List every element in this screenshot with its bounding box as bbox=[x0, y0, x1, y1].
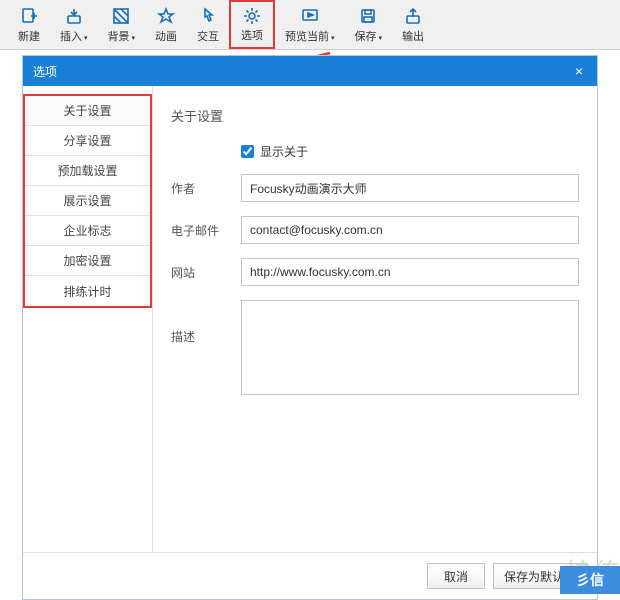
author-row: 作者 bbox=[171, 174, 579, 202]
dialog-header: 选项 × bbox=[23, 56, 597, 86]
toolbar-interact[interactable]: 交互 bbox=[187, 0, 229, 49]
sidebar-item-logo[interactable]: 企业标志 bbox=[25, 216, 150, 246]
email-input[interactable] bbox=[241, 216, 579, 244]
show-about-label: 显示关于 bbox=[260, 143, 308, 160]
watermark-blue: 彡信 bbox=[560, 566, 620, 594]
dialog-body: 关于设置分享设置预加载设置展示设置企业标志加密设置排练计时 关于设置 显示关于 … bbox=[23, 86, 597, 552]
website-row: 网站 bbox=[171, 258, 579, 286]
insert-icon bbox=[64, 6, 84, 26]
toolbar-label: 选项 bbox=[241, 27, 263, 43]
main-toolbar: 新建 插入▾ 背景▾ 动画 交互 选项 预览当前▾ 保存▾ 输出 bbox=[0, 0, 620, 50]
toolbar-label: 保存▾ bbox=[355, 28, 383, 44]
toolbar-new[interactable]: 新建 bbox=[8, 0, 50, 49]
dialog-sidebar: 关于设置分享设置预加载设置展示设置企业标志加密设置排练计时 bbox=[23, 86, 153, 552]
toolbar-label: 背景▾ bbox=[108, 28, 136, 44]
sidebar-item-preload[interactable]: 预加载设置 bbox=[25, 156, 150, 186]
toolbar-animation[interactable]: 动画 bbox=[145, 0, 187, 49]
new-icon bbox=[19, 6, 39, 26]
sidebar-highlight-box: 关于设置分享设置预加载设置展示设置企业标志加密设置排练计时 bbox=[23, 94, 152, 308]
toolbar-label: 输出 bbox=[402, 28, 424, 44]
sidebar-item-rehearse[interactable]: 排练计时 bbox=[25, 276, 150, 306]
dialog-footer: 取消 保存为默认值 bbox=[23, 552, 597, 599]
toolbar-label: 预览当前▾ bbox=[285, 28, 335, 44]
background-icon bbox=[111, 6, 131, 26]
toolbar-label: 插入▾ bbox=[60, 28, 88, 44]
show-about-row: 显示关于 bbox=[171, 143, 579, 160]
author-label: 作者 bbox=[171, 180, 241, 197]
toolbar-save[interactable]: 保存▾ bbox=[345, 0, 393, 49]
sidebar-item-share[interactable]: 分享设置 bbox=[25, 126, 150, 156]
interact-icon bbox=[198, 6, 218, 26]
description-textarea[interactable] bbox=[241, 300, 579, 395]
toolbar-insert[interactable]: 插入▾ bbox=[50, 0, 98, 49]
description-label: 描述 bbox=[171, 300, 241, 345]
dialog-title: 选项 bbox=[33, 63, 571, 80]
export-icon bbox=[403, 6, 423, 26]
toolbar-export[interactable]: 输出 bbox=[392, 0, 434, 49]
sidebar-item-encrypt[interactable]: 加密设置 bbox=[25, 246, 150, 276]
dialog-content: 关于设置 显示关于 作者 电子邮件 网站 bbox=[153, 86, 597, 552]
toolbar-label: 新建 bbox=[18, 28, 40, 44]
toolbar-options[interactable]: 选项 bbox=[229, 0, 275, 49]
show-about-checkbox[interactable] bbox=[241, 145, 254, 158]
sidebar-item-display[interactable]: 展示设置 bbox=[25, 186, 150, 216]
options-icon bbox=[242, 6, 262, 25]
website-label: 网站 bbox=[171, 264, 241, 281]
sidebar-item-about[interactable]: 关于设置 bbox=[25, 96, 150, 126]
email-row: 电子邮件 bbox=[171, 216, 579, 244]
save-icon bbox=[358, 6, 378, 26]
website-input[interactable] bbox=[241, 258, 579, 286]
cancel-button[interactable]: 取消 bbox=[427, 563, 485, 589]
section-title: 关于设置 bbox=[171, 106, 579, 125]
close-icon[interactable]: × bbox=[571, 63, 587, 79]
email-label: 电子邮件 bbox=[171, 222, 241, 239]
toolbar-preview[interactable]: 预览当前▾ bbox=[275, 0, 345, 49]
author-input[interactable] bbox=[241, 174, 579, 202]
toolbar-label: 交互 bbox=[197, 28, 219, 44]
toolbar-label: 动画 bbox=[155, 28, 177, 44]
options-dialog: 选项 × 关于设置分享设置预加载设置展示设置企业标志加密设置排练计时 关于设置 … bbox=[22, 55, 598, 600]
animation-icon bbox=[156, 6, 176, 26]
description-row: 描述 bbox=[171, 300, 579, 395]
toolbar-background[interactable]: 背景▾ bbox=[98, 0, 146, 49]
preview-icon bbox=[300, 6, 320, 26]
